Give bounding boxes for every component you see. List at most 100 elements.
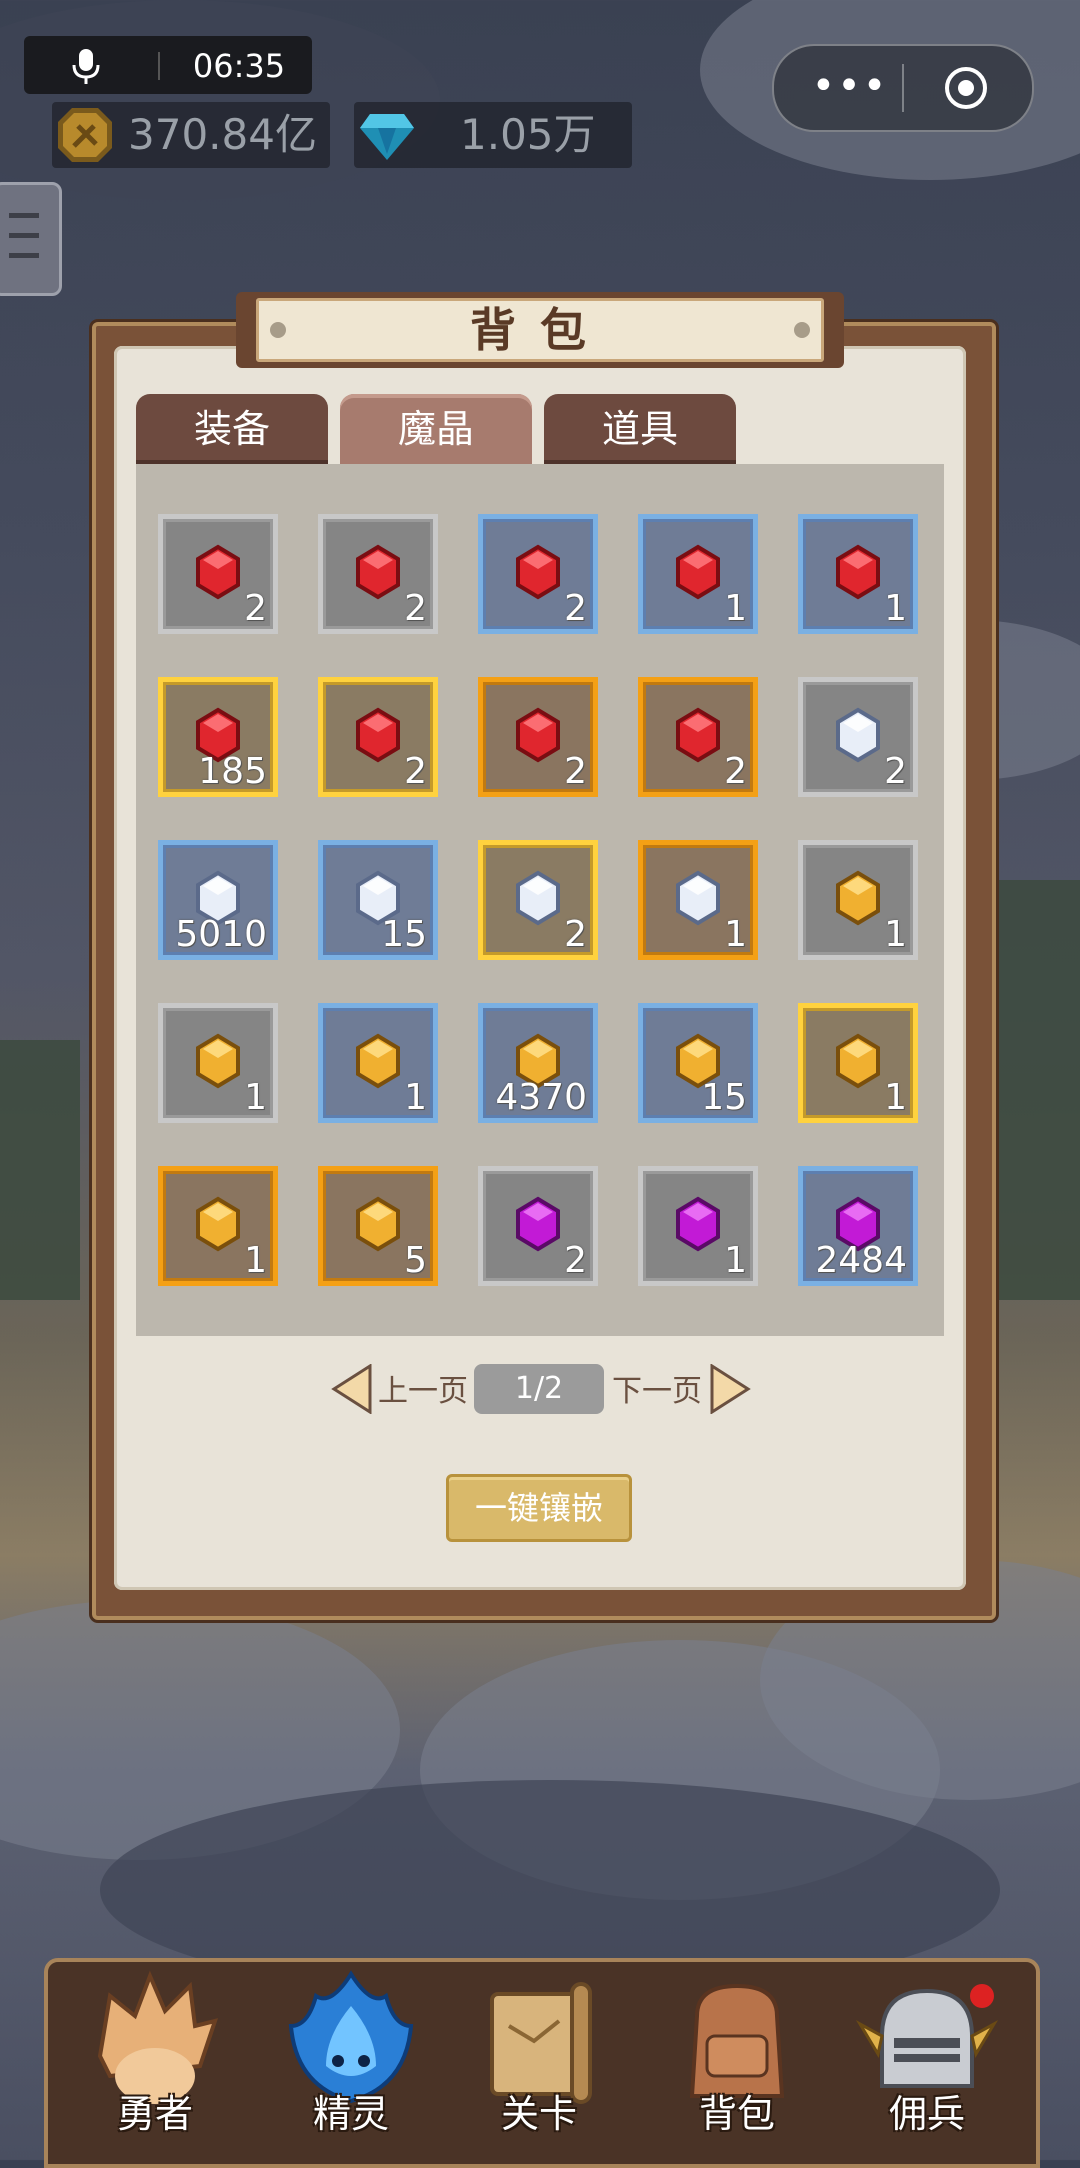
inventory-slot[interactable]: 2 [318, 677, 438, 797]
inventory-slot[interactable]: 2 [318, 514, 438, 634]
inventory-slot[interactable]: 2 [638, 677, 758, 797]
inventory-slot[interactable]: 1 [158, 1003, 278, 1123]
nav-spirit[interactable]: 精灵 [256, 1966, 446, 2160]
gold-crystal-icon [196, 1196, 240, 1252]
inventory-slot[interactable]: 2 [478, 1166, 598, 1286]
item-count: 1 [244, 1077, 267, 1118]
tab-magic-crystal[interactable]: 魔晶 [340, 394, 532, 464]
inventory-slot[interactable]: 2 [478, 677, 598, 797]
inventory-slot[interactable]: 1 [798, 514, 918, 634]
gold-crystal-icon [196, 1033, 240, 1089]
gold-coin-icon [58, 108, 112, 162]
purple-crystal-icon [676, 1196, 720, 1252]
inventory-slot[interactable]: 1 [318, 1003, 438, 1123]
nav-hero[interactable]: 勇者 [60, 1966, 250, 2160]
inventory-slot[interactable]: 1 [158, 1166, 278, 1286]
inventory-slot[interactable]: 4370 [478, 1003, 598, 1123]
gold-crystal-icon [356, 1196, 400, 1252]
nav-stage-label: 关卡 [500, 2092, 577, 2136]
status-bar: 06:35 [24, 36, 312, 94]
item-count: 1 [884, 1077, 907, 1118]
item-count: 15 [701, 1077, 747, 1118]
tab-equipment[interactable]: 装备 [136, 394, 328, 464]
prev-page-arrow-icon[interactable] [330, 1364, 374, 1414]
white-crystal-icon [516, 870, 560, 926]
inventory-slot[interactable]: 1 [638, 514, 758, 634]
nav-mercenary-label: 佣兵 [888, 2092, 965, 2136]
nav-backpack-label: 背包 [698, 2092, 775, 2136]
side-menu-button[interactable] [0, 182, 62, 296]
item-count: 2484 [815, 1240, 907, 1281]
gold-amount: 370.84亿 [128, 110, 317, 159]
clock-time: 06:35 [192, 47, 286, 85]
diamond-amount: 1.05万 [460, 110, 596, 159]
item-count: 1 [724, 1240, 747, 1281]
panel-title: 背包 [256, 298, 824, 362]
red-crystal-icon [356, 707, 400, 763]
next-page-button[interactable]: 下一页 [612, 1372, 702, 1412]
nav-hero-label: 勇者 [116, 2092, 193, 2136]
inventory-slot[interactable]: 1 [638, 840, 758, 960]
item-count: 185 [198, 751, 267, 792]
inventory-slot[interactable]: 2 [478, 514, 598, 634]
diamond-currency: 1.05万 [354, 102, 632, 168]
more-options-icon[interactable]: ••• [810, 66, 890, 108]
inventory-slot[interactable]: 185 [158, 677, 278, 797]
rivet-right [794, 322, 810, 338]
item-count: 2 [564, 588, 587, 629]
item-count: 15 [381, 914, 427, 955]
inventory-slot[interactable]: 2 [798, 677, 918, 797]
inventory-slot[interactable]: 5010 [158, 840, 278, 960]
notification-dot [970, 1984, 994, 2008]
item-count: 2 [404, 751, 427, 792]
item-count: 2 [564, 914, 587, 955]
nav-spirit-label: 精灵 [312, 2092, 389, 2136]
item-count: 1 [244, 1240, 267, 1281]
inventory-slot[interactable]: 15 [318, 840, 438, 960]
inventory-slot[interactable]: 2 [478, 840, 598, 960]
item-count: 1 [724, 914, 747, 955]
mini-program-capsule: ••• [772, 44, 1034, 132]
nav-stage[interactable]: 关卡 [444, 1966, 634, 2160]
white-crystal-icon [676, 870, 720, 926]
inventory-slot[interactable]: 15 [638, 1003, 758, 1123]
one-click-inlay-button[interactable]: 一键镶嵌 [446, 1474, 632, 1542]
inventory-slot[interactable]: 1 [638, 1166, 758, 1286]
inventory-slot[interactable]: 2484 [798, 1166, 918, 1286]
gold-crystal-icon [356, 1033, 400, 1089]
red-crystal-icon [516, 544, 560, 600]
tab-items[interactable]: 道具 [544, 394, 736, 464]
item-count: 1 [884, 914, 907, 955]
red-crystal-icon [836, 544, 880, 600]
item-count: 2 [244, 588, 267, 629]
inventory-slot[interactable]: 1 [798, 1003, 918, 1123]
item-count: 2 [404, 588, 427, 629]
red-crystal-icon [516, 707, 560, 763]
nav-backpack[interactable]: 背包 [642, 1966, 832, 2160]
item-count: 5 [404, 1240, 427, 1281]
item-count: 1 [724, 588, 747, 629]
red-crystal-icon [676, 544, 720, 600]
item-count: 4370 [495, 1077, 587, 1118]
purple-crystal-icon [516, 1196, 560, 1252]
inventory-slot[interactable]: 5 [318, 1166, 438, 1286]
gold-currency: 370.84亿 [52, 102, 330, 168]
inventory-slot[interactable]: 1 [798, 840, 918, 960]
close-target-icon[interactable] [944, 66, 988, 110]
inventory-slot[interactable]: 2 [158, 514, 278, 634]
item-count: 2 [564, 1240, 587, 1281]
microphone-icon[interactable] [66, 46, 106, 86]
white-crystal-icon [836, 707, 880, 763]
red-crystal-icon [356, 544, 400, 600]
prev-page-button[interactable]: 上一页 [378, 1372, 468, 1412]
diamond-icon [360, 114, 414, 160]
gold-crystal-icon [836, 870, 880, 926]
rivet-left [270, 322, 286, 338]
red-crystal-icon [676, 707, 720, 763]
nav-mercenary[interactable]: 佣兵 [832, 1966, 1022, 2160]
item-count: 2 [884, 751, 907, 792]
next-page-arrow-icon[interactable] [708, 1364, 752, 1414]
red-crystal-icon [196, 544, 240, 600]
capsule-divider [902, 64, 904, 112]
item-count: 2 [564, 751, 587, 792]
